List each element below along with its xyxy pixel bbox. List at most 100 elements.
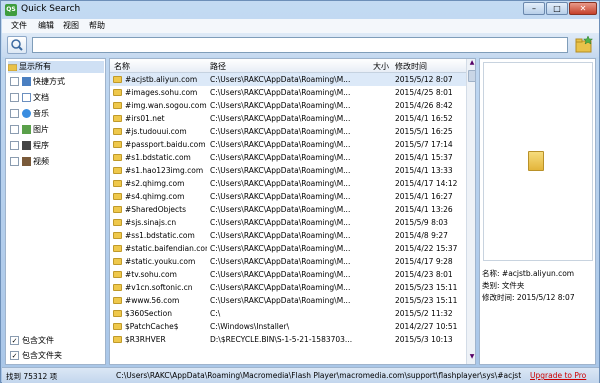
column-header-size[interactable]: 大小 xyxy=(373,61,389,72)
preview-name-row: 名称: #acjstb.aliyun.com xyxy=(482,268,574,279)
cell-name: #passport.baidu.com xyxy=(113,138,207,151)
folder-icon xyxy=(113,232,122,239)
filter-show-all-label: 显示所有 xyxy=(19,62,51,71)
folder-icon xyxy=(113,167,122,174)
table-row[interactable]: #static.baifendian.com C:\Users\RAKC\AppD… xyxy=(110,242,466,255)
table-row[interactable]: #acjstb.aliyun.com C:\Users\RAKC\AppData\… xyxy=(110,73,466,86)
filter-checkbox[interactable] xyxy=(10,77,19,86)
cell-path: C:\Users\RAKC\AppData\Roaming\M... xyxy=(210,101,351,110)
filter-item-document[interactable]: 文档 xyxy=(10,92,49,104)
cell-name-text: #acjstb.aliyun.com xyxy=(125,75,198,84)
table-row[interactable]: #SharedObjects C:\Users\RAKC\AppData\Roam… xyxy=(110,203,466,216)
cell-name: #s2.qhimg.com xyxy=(113,177,207,190)
table-row[interactable]: #v1cn.softonic.cn C:\Users\RAKC\AppData\R… xyxy=(110,281,466,294)
table-row[interactable]: #s4.qhimg.com C:\Users\RAKC\AppData\Roami… xyxy=(110,190,466,203)
cell-name-text: #img.wan.sogou.com xyxy=(125,101,207,110)
table-row[interactable]: #s1.hao123img.com C:\Users\RAKC\AppData\R… xyxy=(110,164,466,177)
filter-checkbox[interactable] xyxy=(10,141,19,150)
filter-panel: 显示所有 快捷方式 文档 音乐 图片 程序 视频 ✓ 包含文件 ✓ 包含文件夹 xyxy=(5,58,106,365)
folder-icon xyxy=(113,219,122,226)
table-row[interactable]: #static.youku.com C:\Users\RAKC\AppData\R… xyxy=(110,255,466,268)
minimize-button[interactable]: – xyxy=(523,2,545,15)
filter-checkbox[interactable] xyxy=(10,93,19,102)
column-header-name[interactable]: 名称 xyxy=(114,61,130,72)
cell-path: C:\Users\RAKC\AppData\Roaming\M... xyxy=(210,166,351,175)
column-header-mtime[interactable]: 修改时间 xyxy=(395,61,427,72)
filter-item-picture[interactable]: 图片 xyxy=(10,124,49,136)
table-row[interactable]: #s1.bdstatic.com C:\Users\RAKC\AppData\Ro… xyxy=(110,151,466,164)
filter-show-all[interactable]: 显示所有 xyxy=(8,61,104,73)
maximize-button[interactable]: □ xyxy=(546,2,568,15)
filter-item-music[interactable]: 音乐 xyxy=(10,108,49,120)
filter-checkbox[interactable] xyxy=(10,109,19,118)
table-row[interactable]: #www.56.com C:\Users\RAKC\AppData\Roaming… xyxy=(110,294,466,307)
scroll-down-icon[interactable]: ▼ xyxy=(468,353,475,363)
table-row[interactable]: #passport.baidu.com C:\Users\RAKC\AppData… xyxy=(110,138,466,151)
cell-mtime: 2015/4/22 15:37 xyxy=(395,244,458,253)
menu-bar: 文件 编辑 视图 帮助 xyxy=(2,19,599,33)
cell-path: D:\$RECYCLE.BIN\S-1-5-21-1583703... xyxy=(210,335,353,344)
filter-item-program[interactable]: 程序 xyxy=(10,140,49,152)
preview-mtime-value: 2015/5/12 8:07 xyxy=(516,293,575,302)
menu-help[interactable]: 帮助 xyxy=(89,20,105,31)
folder-icon xyxy=(113,76,122,83)
table-row[interactable]: $360Section C:\ 2015/5/2 11:32 xyxy=(110,307,466,320)
cell-name-text: #static.baifendian.com xyxy=(125,244,207,253)
cell-name-text: #www.56.com xyxy=(125,296,180,305)
table-row[interactable]: #js.tudouui.com C:\Users\RAKC\AppData\Roa… xyxy=(110,125,466,138)
close-button[interactable]: ✕ xyxy=(569,2,597,15)
cell-name-text: #SharedObjects xyxy=(125,205,187,214)
table-row[interactable]: $R3RHVER D:\$RECYCLE.BIN\S-1-5-21-1583703… xyxy=(110,333,466,346)
folder-icon xyxy=(113,154,122,161)
app-window: QS Quick Search – □ ✕ 文件 编辑 视图 帮助 显示所有 快… xyxy=(0,0,600,383)
table-row[interactable]: #img.wan.sogou.com C:\Users\RAKC\AppData\… xyxy=(110,99,466,112)
folder-icon xyxy=(113,336,122,343)
document-icon xyxy=(22,93,31,102)
cell-name-text: #tv.sohu.com xyxy=(125,270,177,279)
folder-icon xyxy=(113,323,122,330)
table-row[interactable]: #irs01.net C:\Users\RAKC\AppData\Roaming\… xyxy=(110,112,466,125)
cell-name: #s1.hao123img.com xyxy=(113,164,207,177)
table-row[interactable]: #images.sohu.com C:\Users\RAKC\AppData\Ro… xyxy=(110,86,466,99)
vertical-scrollbar[interactable]: ▲ ▼ xyxy=(466,59,475,364)
include-files-label: 包含文件 xyxy=(22,336,54,345)
filter-checkbox[interactable] xyxy=(10,157,19,166)
cell-name-text: #static.youku.com xyxy=(125,257,196,266)
shortcut-icon xyxy=(22,77,31,86)
cell-name: #static.youku.com xyxy=(113,255,207,268)
cell-name: #s1.bdstatic.com xyxy=(113,151,207,164)
table-row[interactable]: #tv.sohu.com C:\Users\RAKC\AppData\Roamin… xyxy=(110,268,466,281)
search-input[interactable] xyxy=(32,37,568,53)
menu-edit[interactable]: 编辑 xyxy=(38,20,54,31)
table-row[interactable] xyxy=(110,346,466,359)
preview-mtime-label: 修改时间: xyxy=(482,293,515,302)
filter-item-shortcut[interactable]: 快捷方式 xyxy=(10,76,65,88)
table-row[interactable]: #s2.qhimg.com C:\Users\RAKC\AppData\Roami… xyxy=(110,177,466,190)
cell-name: $360Section xyxy=(113,307,207,320)
open-folder-button[interactable] xyxy=(574,35,594,55)
include-folders-checkbox[interactable]: ✓ xyxy=(10,351,19,360)
cell-name: #s4.qhimg.com xyxy=(113,190,207,203)
table-row[interactable]: $PatchCache$ C:\Windows\Installer\ 2014/2/… xyxy=(110,320,466,333)
menu-file[interactable]: 文件 xyxy=(11,20,27,31)
table-row[interactable]: #ss1.bdstatic.com C:\Users\RAKC\AppData\R… xyxy=(110,229,466,242)
filter-checkbox[interactable] xyxy=(10,125,19,134)
status-path: C:\Users\RAKC\AppData\Roaming\Macromedia… xyxy=(116,371,521,380)
include-folders-option[interactable]: ✓ 包含文件夹 xyxy=(10,350,62,362)
upgrade-link[interactable]: Upgrade to Pro xyxy=(530,371,586,380)
column-header-path[interactable]: 路径 xyxy=(210,61,226,72)
table-row[interactable]: #sjs.sinajs.cn C:\Users\RAKC\AppData\Roam… xyxy=(110,216,466,229)
cell-path: C:\Users\RAKC\AppData\Roaming\M... xyxy=(210,244,351,253)
include-files-option[interactable]: ✓ 包含文件 xyxy=(10,335,54,347)
cell-path: C:\Users\RAKC\AppData\Roaming\M... xyxy=(210,218,351,227)
include-files-checkbox[interactable]: ✓ xyxy=(10,336,19,345)
cell-mtime: 2015/4/8 9:27 xyxy=(395,231,448,240)
scroll-up-icon[interactable]: ▲ xyxy=(468,59,475,69)
scroll-thumb[interactable] xyxy=(468,70,475,82)
folder-icon xyxy=(113,115,122,122)
menu-view[interactable]: 视图 xyxy=(63,20,79,31)
filter-item-video[interactable]: 视频 xyxy=(10,156,49,168)
cell-name-text: #s1.hao123img.com xyxy=(125,166,204,175)
cell-mtime: 2015/4/1 15:37 xyxy=(395,153,453,162)
search-button[interactable] xyxy=(7,36,27,54)
